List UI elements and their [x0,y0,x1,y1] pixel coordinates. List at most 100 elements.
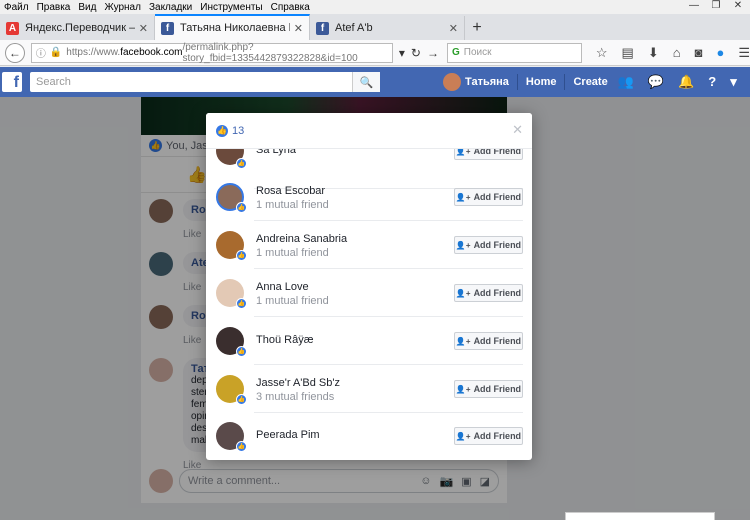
new-tab-button[interactable]: + [465,16,489,40]
like-icon: 👍 [216,124,228,137]
add-friend-icon: 👤+ [455,384,471,394]
add-friend-label: Add Friend [473,240,522,250]
search-icon[interactable]: 🔍 [352,72,380,92]
add-friend-label: Add Friend [473,288,522,298]
friend-requests-icon[interactable]: 👥 [618,74,634,90]
tab-facebook-active[interactable]: f Татьяна Николаевна liked... ✕ [155,14,310,40]
person-name[interactable]: Thoü Râÿæ [256,334,313,346]
help-icon[interactable]: ? [708,74,716,90]
facebook-icon: f [316,21,329,35]
menu-edit[interactable]: Правка [33,2,75,13]
tab-title: Atef A'b [335,22,373,34]
add-friend-button[interactable]: 👤+ Add Friend [454,284,523,302]
notifications-icon[interactable]: 🔔 [678,74,694,90]
add-friend-button[interactable]: 👤+ Add Friend [454,380,523,398]
profile-link[interactable]: Татьяна [465,76,509,88]
chat-tab[interactable] [565,512,715,520]
download-icon[interactable]: ⬇ [648,45,659,61]
mutual-friends[interactable]: 1 mutual friend [256,295,329,307]
minimize-icon[interactable]: — [686,0,702,11]
list-item: 👍 Rosa Escobar 1 mutual friend 👤+ Add Frie… [206,173,532,221]
add-friend-label: Add Friend [473,192,522,202]
like-badge-icon: 👍 [236,298,247,309]
browser-menubar: Файл Правка Вид Журнал Закладки Инструме… [0,0,750,14]
like-count[interactable]: 13 [232,125,244,137]
url-prefix: https://www. [66,47,121,58]
mutual-friends[interactable]: 3 mutual friends [256,391,340,403]
add-friend-button[interactable]: 👤+ Add Friend [454,427,523,445]
add-friend-button[interactable]: 👤+ Add Friend [454,188,523,206]
reload-icon[interactable]: ↻ [411,46,421,60]
add-friend-label: Add Friend [473,431,522,441]
menu-help[interactable]: Справка [267,2,314,13]
add-friend-icon: 👤+ [455,288,471,298]
maximize-icon[interactable]: ❐ [708,0,724,11]
search-placeholder: Поиск [463,47,492,58]
like-badge-icon: 👍 [236,158,247,169]
menu-tools[interactable]: Инструменты [196,2,266,13]
avatar[interactable] [443,73,461,91]
add-friend-icon: 👤+ [455,431,471,441]
like-badge-icon: 👍 [236,441,247,452]
fb-search-input[interactable]: Search [30,72,352,92]
person-name[interactable]: Peerada Pim [256,429,320,441]
url-bar[interactable]: ⓘ 🔒 https://www. facebook.com/permalink.p… [30,42,393,64]
facebook-header: f Search 🔍 Татьяна Home Create 👥 💬 🔔 ? ▾ [0,67,750,97]
tab-facebook[interactable]: f Atef A'b ✕ [310,16,465,40]
facebook-icon: f [161,21,174,35]
menu-view[interactable]: Вид [74,2,100,13]
create-link[interactable]: Create [573,76,607,88]
close-icon[interactable]: ✕ [512,122,523,138]
person-name[interactable]: Andreina Sanabria [256,233,347,245]
add-friend-button[interactable]: 👤+ Add Friend [454,332,523,350]
browser-navbar: ← ⓘ 🔒 https://www. facebook.com/permalink… [0,40,750,66]
pocket-icon[interactable]: ◙ [695,45,703,61]
list-item: 👍 Thoü Râÿæ 👤+ Add Friend [206,317,532,365]
list-item: 👍 Anna Love 1 mutual friend 👤+ Add Friend [206,269,532,317]
yandex-translate-icon: A [6,21,19,35]
home-icon[interactable]: ⌂ [673,45,681,61]
add-friend-label: Add Friend [473,384,522,394]
like-badge-icon: 👍 [236,346,247,357]
account-dropdown-icon[interactable]: ▾ [730,74,737,90]
reactions-dialog-header: 👍 13 ✕ [206,113,532,149]
url-host: facebook.com [120,47,183,58]
divider [516,74,518,90]
info-icon[interactable]: ⓘ [36,45,46,60]
mutual-friends[interactable]: 1 mutual friend [256,199,329,211]
tab-title: Татьяна Николаевна liked... [180,22,290,34]
close-tab-icon[interactable]: ✕ [449,22,458,35]
menu-file[interactable]: Файл [0,2,33,13]
browser-search-input[interactable]: G Поиск [446,42,582,63]
forward-icon[interactable]: → [427,46,439,60]
clipboard-icon[interactable]: ▤ [622,45,634,61]
person-name[interactable]: Jasse'r A'Bd Sb'z [256,377,340,389]
extension-icon[interactable]: ● [716,45,724,61]
lock-icon: 🔒 [49,47,63,58]
tab-title: Яндекс.Переводчик – сло... [25,22,135,34]
close-window-icon[interactable]: ✕ [730,0,746,11]
menu-history[interactable]: Журнал [100,2,145,13]
dropdown-icon[interactable]: ▾ [399,46,405,60]
mutual-friends[interactable]: 1 mutual friend [256,247,347,259]
add-friend-icon: 👤+ [455,240,471,250]
close-tab-icon[interactable]: ✕ [139,22,148,35]
search-engine-icon: G [451,47,460,58]
list-item: 👍 Peerada Pim 👤+ Add Friend [206,412,532,460]
hamburger-menu-icon[interactable]: ☰ [738,45,750,61]
facebook-logo-icon[interactable]: f [2,72,22,92]
like-badge-icon: 👍 [236,202,247,213]
home-link[interactable]: Home [526,76,557,88]
back-button[interactable]: ← [5,42,25,63]
add-friend-icon: 👤+ [455,192,471,202]
close-tab-icon[interactable]: ✕ [294,22,303,35]
add-friend-button[interactable]: 👤+ Add Friend [454,236,523,254]
person-name[interactable]: Rosa Escobar [256,185,329,197]
like-badge-icon: 👍 [236,394,247,405]
tab-yandex[interactable]: A Яндекс.Переводчик – сло... ✕ [0,16,155,40]
person-name[interactable]: Anna Love [256,281,329,293]
menu-bookmarks[interactable]: Закладки [145,2,196,13]
window-controls: — ❐ ✕ [686,0,746,11]
messenger-icon[interactable]: 💬 [648,74,664,90]
bookmark-star-icon[interactable]: ☆ [596,45,608,61]
